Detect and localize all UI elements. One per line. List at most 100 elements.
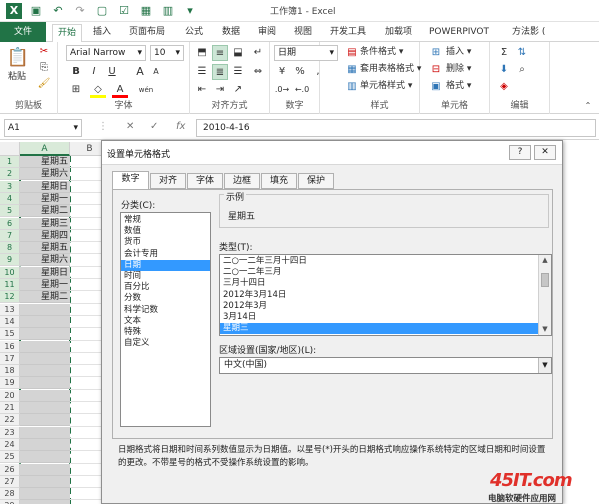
comma-button[interactable]: ,: [310, 64, 326, 80]
formula-input[interactable]: 2010-4-16: [196, 119, 596, 137]
format-cells-icon[interactable]: ▣: [428, 79, 444, 95]
format-table-icon[interactable]: ▦: [344, 62, 360, 78]
cell-a[interactable]: [20, 426, 70, 439]
cell-a[interactable]: [20, 463, 70, 476]
row-header[interactable]: 17: [0, 352, 20, 365]
row-header[interactable]: 6: [0, 217, 20, 230]
type-item[interactable]: 2012年3月: [220, 301, 538, 312]
border-icon[interactable]: ⊞: [68, 82, 84, 98]
cell-a[interactable]: [20, 340, 70, 353]
row-header[interactable]: 16: [0, 340, 20, 353]
type-item[interactable]: 三月十四日: [220, 278, 538, 289]
category-item[interactable]: 特殊: [121, 327, 210, 338]
sort-filter-icon[interactable]: ⇅: [514, 45, 530, 61]
bold-button[interactable]: B: [68, 64, 84, 80]
row-header[interactable]: 27: [0, 475, 20, 488]
row-header[interactable]: 4: [0, 192, 20, 205]
tab-developer[interactable]: 开发工具: [325, 24, 371, 41]
category-item[interactable]: 百分比: [121, 282, 210, 293]
customize-qat-icon[interactable]: ▾: [182, 3, 198, 19]
number-format-combo[interactable]: 日期 ▾: [274, 45, 338, 61]
tab-page-layout[interactable]: 页面布局: [124, 24, 170, 41]
font-name-combo[interactable]: Arial Narrow ▾: [66, 45, 146, 61]
shrink-font-button[interactable]: A: [148, 64, 164, 80]
autosum-button[interactable]: Σ: [496, 45, 512, 61]
percent-button[interactable]: %: [292, 64, 308, 80]
row-header[interactable]: 23: [0, 426, 20, 439]
copy-icon[interactable]: ⎘: [36, 60, 52, 76]
category-item[interactable]: 货币: [121, 237, 210, 248]
row-header[interactable]: 22: [0, 414, 20, 427]
row-header[interactable]: 26: [0, 463, 20, 476]
find-select-icon[interactable]: ⌕: [514, 62, 530, 78]
tab-border[interactable]: 边框: [224, 173, 260, 189]
locale-select[interactable]: 中文(中国) ▼: [219, 357, 552, 374]
cell-a[interactable]: [20, 451, 70, 464]
row-header[interactable]: 3: [0, 180, 20, 193]
row-header[interactable]: 18: [0, 365, 20, 378]
category-item[interactable]: 分数: [121, 293, 210, 304]
row-header[interactable]: 1: [0, 156, 20, 168]
cell-a[interactable]: 星期二: [20, 291, 70, 304]
redo-icon[interactable]: ↷: [72, 3, 88, 19]
cell-a[interactable]: 星期三: [20, 217, 70, 230]
tab-file[interactable]: 文件: [0, 22, 46, 42]
merge-center-icon[interactable]: ⇔: [250, 64, 266, 80]
row-header[interactable]: 10: [0, 266, 20, 279]
cell-a[interactable]: 星期日: [20, 266, 70, 279]
font-color-button[interactable]: A: [112, 82, 128, 98]
tab-addins[interactable]: 加载项: [380, 24, 417, 41]
category-item[interactable]: 数值: [121, 226, 210, 237]
cell-a[interactable]: [20, 303, 70, 316]
collapse-ribbon-icon[interactable]: ⌃: [580, 98, 596, 114]
increase-indent-icon[interactable]: ⇥: [212, 82, 228, 98]
tab-home[interactable]: 开始: [52, 24, 83, 43]
type-list-scrollbar[interactable]: ▲ ▼: [538, 255, 551, 335]
fill-icon[interactable]: ⬇: [496, 62, 512, 78]
format-cells-button[interactable]: 格式 ▾: [446, 79, 471, 94]
cell-a[interactable]: [20, 315, 70, 328]
format-painter-icon[interactable]: 🖌: [36, 76, 52, 92]
category-item[interactable]: 时间: [121, 271, 210, 282]
cell-a[interactable]: [20, 377, 70, 390]
type-item[interactable]: 二○一二年三月: [220, 267, 538, 278]
row-header[interactable]: 13: [0, 303, 20, 316]
cell-a[interactable]: 星期四: [20, 229, 70, 242]
new-file-icon[interactable]: ▢: [94, 3, 110, 19]
chevron-down-icon[interactable]: ▼: [538, 358, 551, 373]
cell-a[interactable]: [20, 414, 70, 427]
select-all-corner[interactable]: [0, 142, 20, 156]
font-size-combo[interactable]: 10 ▾: [150, 45, 184, 61]
category-item[interactable]: 会计专用: [121, 249, 210, 260]
help-button[interactable]: ?: [509, 145, 531, 160]
insert-cells-icon[interactable]: ⊞: [428, 45, 444, 61]
align-right-icon[interactable]: ☰: [230, 64, 246, 80]
scroll-up-icon[interactable]: ▲: [539, 255, 551, 266]
delete-cells-button[interactable]: 删除 ▾: [446, 62, 471, 77]
row-header[interactable]: 11: [0, 279, 20, 291]
insert-cells-button[interactable]: 插入 ▾: [446, 45, 471, 60]
cell-styles-button[interactable]: 单元格样式 ▾: [360, 79, 412, 94]
row-header[interactable]: 25: [0, 451, 20, 464]
align-left-icon[interactable]: ☰: [194, 64, 210, 80]
orientation-icon[interactable]: ↗: [230, 82, 246, 98]
tab-view[interactable]: 视图: [289, 24, 317, 41]
cell-a[interactable]: [20, 500, 70, 504]
scroll-down-icon[interactable]: ▼: [539, 324, 551, 335]
undo-icon[interactable]: ↶: [50, 3, 66, 19]
cancel-formula-button[interactable]: ✕: [126, 121, 134, 132]
row-header[interactable]: 28: [0, 488, 20, 501]
category-item[interactable]: 自定义: [121, 338, 210, 349]
cell-a[interactable]: 星期五: [20, 242, 70, 255]
cell-a[interactable]: [20, 328, 70, 341]
tab-fill[interactable]: 填充: [261, 173, 297, 189]
italic-button[interactable]: I: [86, 64, 102, 80]
align-top-icon[interactable]: ⬒: [194, 45, 210, 61]
name-box[interactable]: A1 ▾: [4, 119, 82, 137]
underline-button[interactable]: U: [104, 64, 120, 80]
clear-icon[interactable]: ◈: [496, 79, 512, 95]
row-header[interactable]: 2: [0, 168, 20, 181]
cell-a[interactable]: 星期二: [20, 205, 70, 218]
tab-data[interactable]: 数据: [217, 24, 245, 41]
tab-formulas[interactable]: 公式: [180, 24, 208, 41]
